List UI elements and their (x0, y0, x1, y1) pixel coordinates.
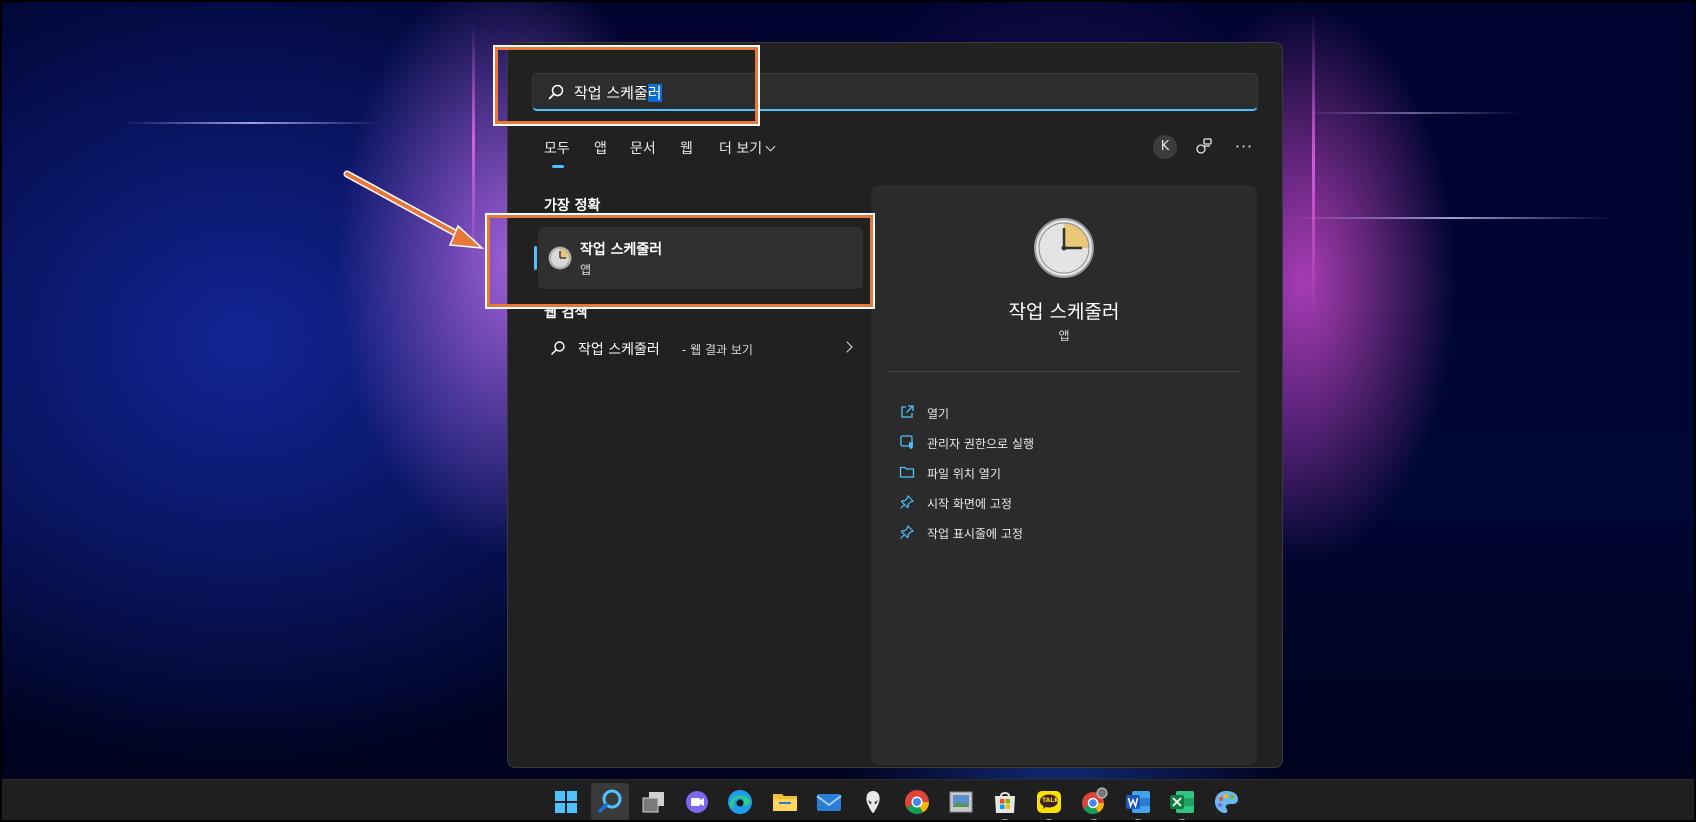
pin-icon (900, 494, 915, 509)
chevron-right-icon (841, 341, 853, 353)
wallpaper-light-streak (122, 122, 382, 124)
wallpaper-light-streak (1302, 112, 1522, 114)
wallpaper-glow-line (1312, 12, 1315, 312)
tab-apps[interactable]: 앱 (594, 138, 607, 158)
desktop-screen: 작업 스케줄러 모두 앱 문서 웹 더 보기 K ··· 가장 정확 작업 스케… (0, 0, 1696, 822)
word-icon[interactable] (1123, 787, 1153, 820)
divider (887, 371, 1241, 372)
preview-title: 작업 스케줄러 (1008, 301, 1120, 323)
pin-icon (900, 524, 915, 539)
wallpaper-glow-line (472, 22, 475, 262)
best-match-heading: 가장 정확 (544, 198, 601, 214)
highlight-box-search (495, 47, 758, 124)
search-icon (551, 341, 565, 355)
more-options-icon[interactable]: ··· (1232, 135, 1256, 159)
task-view-icon[interactable] (639, 787, 669, 817)
action-label: 파일 위치 열기 (927, 467, 1001, 481)
account-avatar[interactable]: K (1153, 135, 1177, 159)
file-explorer-icon[interactable] (770, 787, 800, 817)
photo-viewer-icon[interactable] (946, 787, 976, 817)
open-external-icon (901, 405, 914, 418)
chevron-down-icon (765, 141, 776, 152)
web-search-query: 작업 스케줄러 (578, 342, 660, 358)
web-search-result[interactable]: 작업 스케줄러 - 웹 결과 보기 (538, 333, 853, 363)
kakaotalk-label: TALK (1042, 797, 1059, 804)
action-pin-to-start[interactable]: 시작 화면에 고정 (899, 491, 1219, 515)
action-label: 관리자 권한으로 실행 (927, 437, 1034, 451)
tab-more[interactable]: 더 보기 (719, 138, 776, 158)
folder-icon (899, 466, 915, 478)
taskbar: TALK (2, 779, 1694, 820)
action-pin-to-taskbar[interactable]: 작업 표시줄에 고정 (899, 521, 1219, 545)
action-label: 시작 화면에 고정 (927, 497, 1012, 511)
search-icon[interactable] (591, 783, 629, 820)
share-connect-icon[interactable] (1192, 135, 1216, 159)
tab-all[interactable]: 모두 (544, 138, 570, 168)
search-panel: 작업 스케줄러 모두 앱 문서 웹 더 보기 K ··· 가장 정확 작업 스케… (507, 42, 1283, 768)
tab-documents[interactable]: 문서 (630, 138, 656, 158)
action-label: 작업 표시줄에 고정 (927, 527, 1023, 541)
paint-icon[interactable] (1211, 787, 1241, 817)
kakaotalk-icon[interactable]: TALK (1034, 787, 1064, 820)
windows-start-icon[interactable] (551, 787, 581, 817)
preview-type: 앱 (1058, 329, 1070, 343)
excel-icon[interactable] (1167, 787, 1197, 820)
admin-shield-icon (900, 435, 913, 449)
chrome-icon[interactable] (902, 787, 932, 817)
preview-pane: 작업 스케줄러 앱 열기 관리자 권한으로 실행 파일 위치 열기 시작 화면에… (871, 185, 1257, 765)
web-search-suffix: - 웹 결과 보기 (682, 343, 753, 357)
tab-web[interactable]: 웹 (680, 138, 693, 158)
mail-icon[interactable] (814, 787, 844, 817)
teams-chat-icon[interactable] (682, 787, 712, 817)
action-open[interactable]: 열기 (899, 401, 1219, 425)
clock-icon (1034, 218, 1094, 278)
alienware-icon[interactable] (858, 787, 888, 817)
action-run-as-admin[interactable]: 관리자 권한으로 실행 (899, 431, 1219, 455)
edge-icon[interactable] (725, 787, 755, 817)
action-label: 열기 (927, 407, 950, 421)
chrome-profile-icon[interactable] (1079, 787, 1109, 820)
action-open-file-location[interactable]: 파일 위치 열기 (899, 461, 1219, 485)
microsoft-store-icon[interactable] (990, 787, 1020, 820)
wallpaper-light-streak (1292, 217, 1612, 219)
highlight-box-best-match (487, 215, 873, 307)
